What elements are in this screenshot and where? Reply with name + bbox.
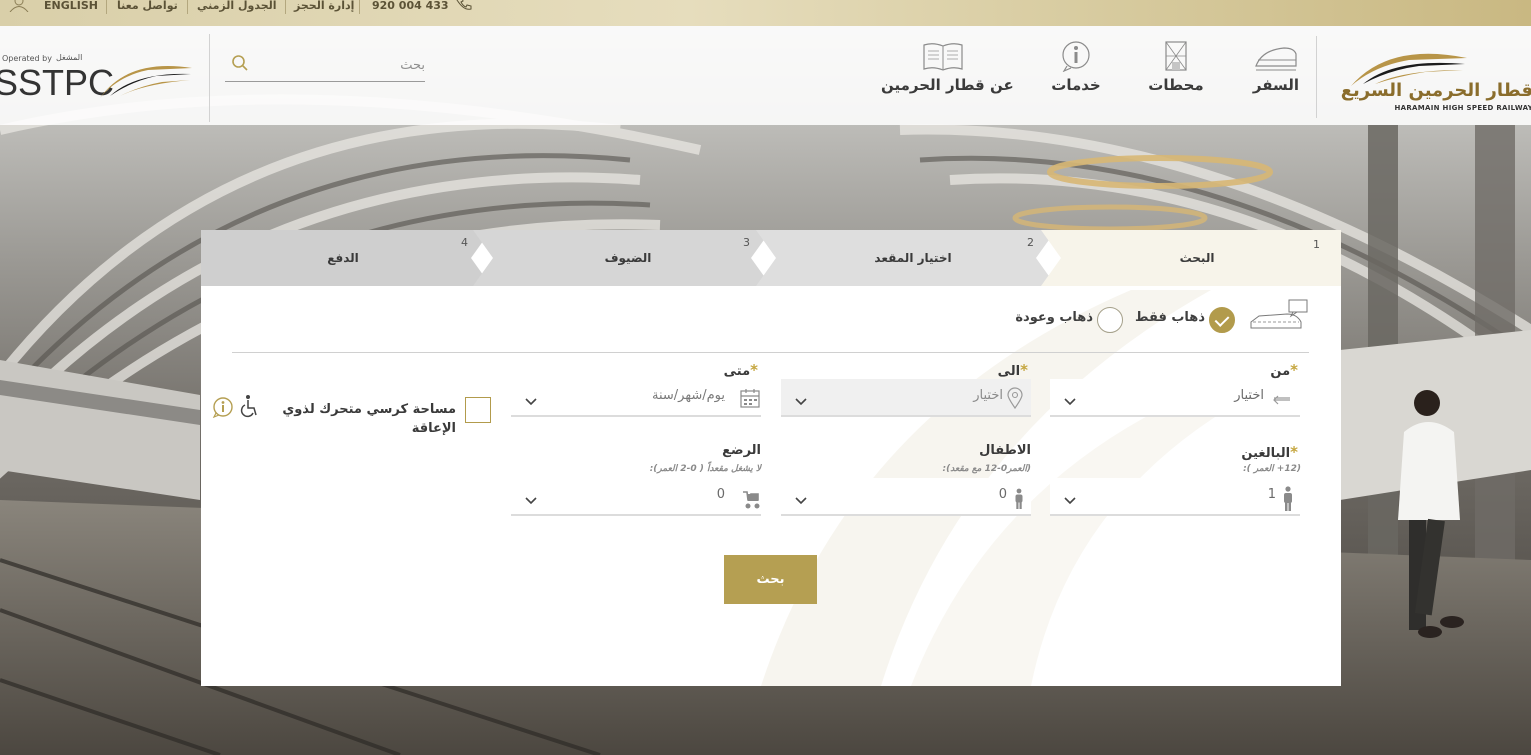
infants-age-note: لا يشغل مقعداً ( 0-2 العمر): <box>649 464 761 474</box>
chevron-down-icon <box>525 391 537 410</box>
to-value: اختيار <box>973 388 1003 403</box>
nav-label: خدمات <box>1051 76 1101 94</box>
round-trip-radio[interactable] <box>1097 307 1123 333</box>
date-picker[interactable]: يوم/شهر/سنة <box>511 379 761 417</box>
search-button[interactable]: بحث <box>724 555 817 604</box>
nav-about[interactable]: عن قطار الحرمين <box>881 36 1014 94</box>
brand-name-en: HARAMAIN HIGH SPEED RAILWAY <box>1394 104 1531 112</box>
step-payment[interactable]: 4 الدفع <box>201 230 491 286</box>
from-select[interactable]: اختيار <box>1050 379 1300 417</box>
round-trip-label[interactable]: ذهاب وعودة <box>1015 310 1093 325</box>
main-header: قطار الحرمين السريع HARAMAIN HIGH SPEED … <box>0 26 1531 125</box>
to-select[interactable]: اختيار <box>781 379 1031 417</box>
from-value: اختيار <box>1234 388 1264 403</box>
booking-panel: 4 الدفع 3 الضيوف 2 اختيار المقعد 1 البحث… <box>201 230 1341 686</box>
adult-icon <box>1282 486 1294 516</box>
step-seat-selection[interactable]: 2 اختيار المقعد <box>756 230 1056 286</box>
chevron-down-icon <box>525 490 537 509</box>
sstpc-logo-mark <box>100 66 192 98</box>
svg-text:2: 2 <box>1027 236 1034 249</box>
haramain-logo[interactable]: قطار الحرمين السريع HARAMAIN HIGH SPEED … <box>1340 40 1531 120</box>
calendar-icon <box>739 387 761 413</box>
nav-label: السفر <box>1252 76 1300 94</box>
stroller-icon <box>739 488 761 514</box>
svg-text:البحث: البحث <box>1180 251 1215 265</box>
phone-icon <box>456 0 472 12</box>
date-placeholder: يوم/شهر/سنة <box>652 388 725 403</box>
children-value: 0 <box>998 487 1007 502</box>
chevron-down-icon <box>1064 490 1076 509</box>
logo-watermark <box>761 290 1261 686</box>
step-search[interactable]: 1 البحث <box>1041 230 1341 286</box>
infants-label: الرضع <box>722 443 761 458</box>
children-select[interactable]: 0 <box>781 478 1031 516</box>
svg-text:4: 4 <box>461 236 468 249</box>
phone-number[interactable]: 920 004 433 <box>372 0 449 12</box>
adults-label: *البالغين <box>1241 443 1298 461</box>
divider <box>232 352 1309 353</box>
child-icon <box>1013 488 1025 514</box>
chevron-down-icon <box>1064 391 1076 410</box>
site-search <box>225 48 425 82</box>
nav-travel[interactable]: السفر <box>1226 36 1326 94</box>
operator-name: SSTPC <box>0 62 115 103</box>
location-pin-icon <box>1007 387 1023 413</box>
operated-by-ar: المشغل <box>56 53 83 62</box>
to-label: *الى <box>997 361 1028 379</box>
adults-value: 1 <box>1267 487 1276 502</box>
children-label: الاطفال <box>979 443 1031 458</box>
operator-logo: Operated by المشغل SSTPC <box>0 48 200 108</box>
book-icon <box>893 36 993 72</box>
svg-text:الدفع: الدفع <box>327 251 359 265</box>
arrow-left-icon <box>1272 391 1292 410</box>
adults-age-note: (12+ العمر ): <box>1243 464 1301 474</box>
search-input[interactable] <box>265 54 425 76</box>
nav-label: محطات <box>1148 76 1204 94</box>
date-label: *متى <box>723 361 758 379</box>
booking-steps: 4 الدفع 3 الضيوف 2 اختيار المقعد 1 البحث <box>201 230 1341 286</box>
chevron-down-icon <box>795 490 807 509</box>
train-icon <box>1226 36 1326 72</box>
wheelchair-label[interactable]: مساحة كرسي متحرك لذوي الإعاقة <box>256 400 456 438</box>
station-icon <box>1126 36 1226 72</box>
chevron-down-icon <box>795 391 807 410</box>
nav-services[interactable]: خدمات <box>1026 36 1126 94</box>
infants-select[interactable]: 0 <box>511 478 761 516</box>
svg-text:اختيار المقعد: اختيار المقعد <box>874 251 951 265</box>
svg-text:3: 3 <box>743 236 750 249</box>
adults-select[interactable]: 1 <box>1050 478 1300 516</box>
utility-bar: 920 004 433 إدارة الحجز الجدول الزمني تو… <box>0 0 1531 26</box>
nav-label: عن قطار الحرمين <box>881 76 1014 94</box>
from-label: *من <box>1270 361 1298 379</box>
user-icon[interactable] <box>8 0 30 13</box>
one-way-radio[interactable] <box>1209 307 1235 333</box>
infants-value: 0 <box>716 487 725 502</box>
train-chat-icon <box>1249 298 1311 338</box>
svg-text:الضيوف: الضيوف <box>605 251 652 266</box>
nav-stations[interactable]: محطات <box>1126 36 1226 94</box>
svg-text:1: 1 <box>1313 238 1320 251</box>
info-icon <box>1026 36 1126 72</box>
step-guests[interactable]: 3 الضيوف <box>473 230 771 286</box>
search-icon[interactable] <box>231 54 249 76</box>
manage-booking-link[interactable]: إدارة الحجز <box>294 0 354 12</box>
one-way-label[interactable]: ذهاب فقط <box>1135 310 1205 325</box>
timetable-link[interactable]: الجدول الزمني <box>197 0 277 12</box>
children-age-note: (العمر0-12 مع مقعد): <box>942 464 1031 474</box>
language-link[interactable]: ENGLISH <box>44 0 98 12</box>
wheelchair-checkbox[interactable] <box>465 397 491 423</box>
contact-link[interactable]: تواصل معنا <box>117 0 178 12</box>
brand-name-ar: قطار الحرمين السريع <box>1340 80 1531 101</box>
